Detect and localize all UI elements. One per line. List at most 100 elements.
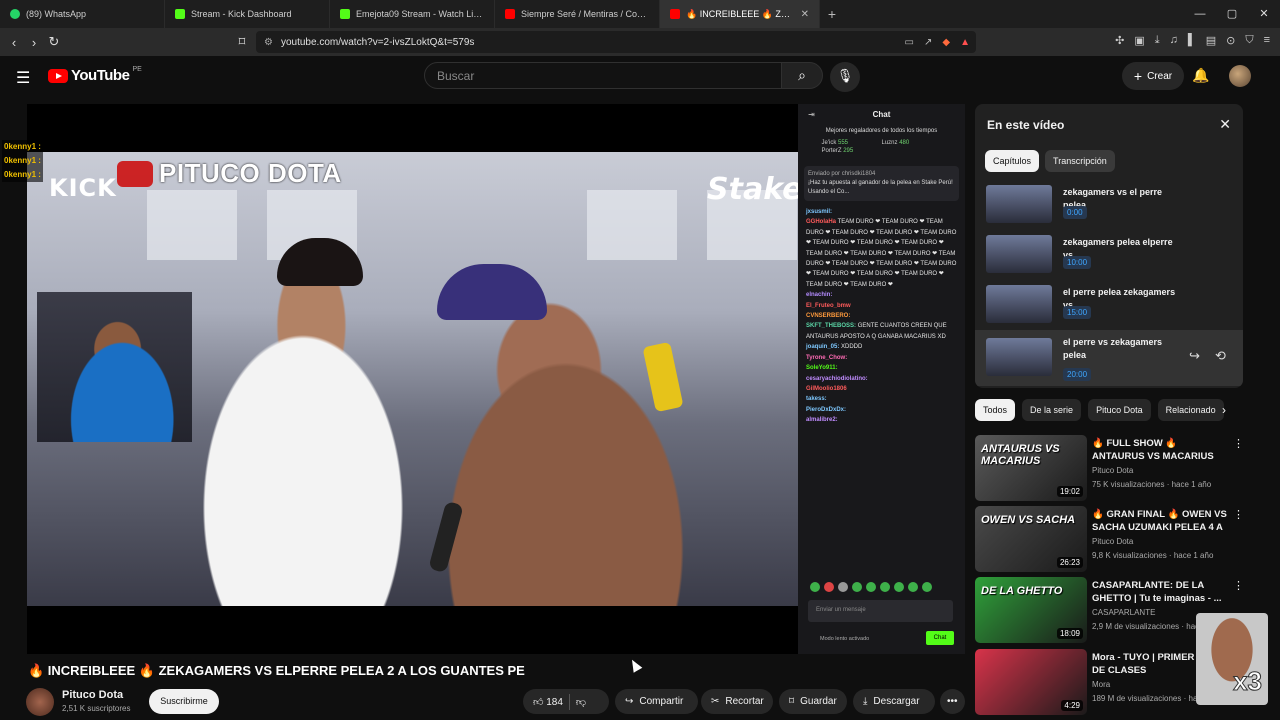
video-thumbnail[interactable]: DE LA GHETTO 18:09 — [975, 577, 1087, 643]
recommended-video[interactable]: ANTAURUS VS MACARIUS 19:02 🔥 FULL SHOW 🔥 A… — [975, 435, 1245, 501]
search-button[interactable]: ⌕ — [781, 62, 823, 89]
browser-tab[interactable]: Emejota09 Stream - Watch Live o — [330, 0, 495, 28]
browser-tab-active[interactable]: 🔥 INCREIBLEEE 🔥 ZEKAGAM ✕ — [660, 0, 820, 28]
brave-shield-icon[interactable]: ◆ — [942, 37, 950, 48]
back-icon[interactable]: ‹ — [4, 35, 24, 50]
reload-icon[interactable]: ↻ — [44, 34, 64, 50]
video-title[interactable]: CASAPARLANTE: DE LA GHETTO | Tu te imagi… — [1092, 579, 1228, 605]
more-vert-icon[interactable]: ⋮ — [1233, 508, 1244, 521]
more-vert-icon[interactable]: ⋮ — [1233, 437, 1244, 450]
tab-transcript[interactable]: Transcripción — [1045, 150, 1115, 172]
chat-send-button: Chat — [926, 631, 954, 645]
video-channel[interactable]: CASAPARLANTE — [1092, 608, 1155, 617]
browser-tab-bar: (89) WhatsApp Stream - Kick Dashboard Em… — [0, 0, 1280, 28]
wallet-icon[interactable]: ▤ — [1206, 34, 1216, 47]
chat-message: El_Fruteo_bmw — [806, 301, 957, 311]
youtube-icon — [505, 9, 515, 19]
extension-icons: ✣ ▣ ⤓ ♫ ▌ ▤ ⊙ ⛉ ≡ — [1115, 34, 1270, 47]
more-actions-button[interactable]: ••• — [940, 689, 965, 714]
close-icon[interactable]: ✕ — [1219, 116, 1231, 133]
subscribe-button[interactable]: Suscribirme — [149, 689, 219, 714]
music-icon[interactable]: ♫ — [1170, 34, 1178, 47]
vpn-icon[interactable]: ⊙ — [1226, 34, 1235, 47]
video-channel[interactable]: Pituco Dota — [1092, 466, 1133, 475]
pinned-message: Enviado por chrisdki1804 ¡Haz tu apuesta… — [804, 166, 959, 201]
video-thumbnail[interactable]: ANTAURUS VS MACARIUS 19:02 — [975, 435, 1087, 501]
repeat-icon[interactable]: ⟲ — [1215, 348, 1226, 364]
save-button[interactable]: ⌑ Guardar — [779, 689, 847, 714]
chevron-right-icon[interactable]: › — [1222, 403, 1226, 417]
chapter-item[interactable]: el perre pelea zekagamers vs 15:00 — [975, 282, 1243, 332]
security-icon[interactable]: ⛉ — [1245, 34, 1253, 47]
video-player[interactable]: KICK PITUCO DOTA Stake — [27, 104, 798, 654]
menu-icon[interactable]: ≡ — [1264, 34, 1270, 47]
sidebar-icon[interactable]: ▌ — [1188, 34, 1196, 47]
close-tab-icon[interactable]: ✕ — [801, 9, 809, 20]
download-icon[interactable]: ⤓ — [1155, 34, 1160, 47]
video-thumbnail[interactable]: 4:29 — [975, 649, 1087, 715]
like-button[interactable]: 👍︎ 184 — [533, 696, 563, 708]
tab-chapters[interactable]: Capítulos — [985, 150, 1040, 172]
channel-name[interactable]: Pituco Dota — [62, 689, 123, 701]
hamburger-menu-icon[interactable]: ☰ — [16, 68, 30, 88]
share-icon[interactable]: ↪ — [1189, 348, 1200, 364]
gifter: Je'ick 555 — [821, 140, 849, 146]
chapter-item[interactable]: zekagamers vs el perre pelea 0:00 — [975, 182, 1243, 232]
share-icon[interactable]: ↗ — [924, 37, 932, 48]
chapter-time[interactable]: 10:00 — [1063, 256, 1092, 269]
maximize-icon[interactable]: ▢ — [1216, 0, 1248, 28]
kenny-line: 0kenny1 : — [4, 170, 41, 179]
browser-tab[interactable]: (89) WhatsApp — [0, 0, 165, 28]
recommended-video[interactable]: OWEN VS SACHA 26:23 🔥 GRAN FINAL 🔥 OWEN VS… — [975, 506, 1245, 572]
chip-related[interactable]: Relacionado — [1157, 399, 1224, 421]
close-window-icon[interactable]: ✕ — [1248, 0, 1280, 28]
slow-mode-label: Modo lento activado — [820, 636, 870, 642]
browser-tab[interactable]: Siempre Seré / Mentiras / Como Te F — [495, 0, 660, 28]
video-title[interactable]: 🔥 GRAN FINAL 🔥 OWEN VS SACHA UZUMAKI PEL… — [1092, 508, 1228, 534]
search-input[interactable]: Buscar — [424, 62, 782, 89]
chapter-item[interactable]: zekagamers pelea elperre vs 10:00 — [975, 232, 1243, 282]
chapter-item-selected[interactable]: el perre vs zekagamers pelea 20:00 ↪ ⟲ — [975, 330, 1243, 386]
video-channel[interactable]: Pituco Dota — [1092, 537, 1133, 546]
notifications-bell-icon[interactable]: 🔔 — [1192, 67, 1209, 84]
forward-icon[interactable]: › — [24, 35, 44, 50]
overlay-channel-name: PITUCO DOTA — [159, 158, 342, 188]
emote-icon — [922, 582, 932, 592]
country-code: PE — [132, 66, 142, 73]
minimize-icon[interactable]: — — [1184, 0, 1216, 28]
bookmark-icon[interactable]: ⌑ — [232, 34, 252, 50]
puzzle-icon[interactable]: ✣ — [1115, 34, 1124, 47]
channel-avatar[interactable] — [26, 688, 54, 716]
youtube-logo[interactable]: YouTube PE — [48, 66, 142, 84]
like-count: 184 — [546, 696, 563, 708]
site-info-icon[interactable]: ⚙ — [264, 37, 273, 48]
rewards-icon[interactable]: ▲ — [960, 37, 970, 48]
chip-channel[interactable]: Pituco Dota — [1088, 399, 1151, 421]
screen-icon[interactable]: ▭ — [905, 37, 914, 48]
url-bar[interactable]: ⚙ youtube.com/watch?v=2-ivsZLoktQ&t=579s… — [256, 31, 976, 53]
more-vert-icon[interactable]: ⋮ — [1233, 579, 1244, 592]
new-tab-button[interactable]: + — [820, 6, 844, 22]
chip-all[interactable]: Todos — [975, 399, 1016, 421]
emote-icon — [852, 582, 862, 592]
clip-button[interactable]: ✂ Recortar — [701, 689, 773, 714]
avatar[interactable] — [1229, 65, 1251, 87]
browser-tab[interactable]: Stream - Kick Dashboard — [165, 0, 330, 28]
create-button[interactable]: + Crear — [1122, 62, 1184, 90]
chapter-time[interactable]: 20:00 — [1063, 368, 1092, 381]
voice-search-button[interactable]: 🎙 — [830, 62, 860, 92]
chat-text: TEAM DURO ❤ TEAM DURO ❤ TEAM DURO ❤ TEAM… — [806, 219, 957, 288]
download-button[interactable]: ⤓ Descargar — [853, 689, 935, 714]
chat-username: almalibre2: — [806, 417, 838, 424]
chip-series[interactable]: De la serie — [1022, 399, 1082, 421]
dislike-icon[interactable]: 👎︎ — [576, 696, 586, 708]
chapter-time[interactable]: 0:00 — [1063, 206, 1087, 219]
video-channel[interactable]: Mora — [1092, 680, 1110, 689]
video-title[interactable]: 🔥 FULL SHOW 🔥 ANTAURUS VS MACARIUS PELEA… — [1092, 437, 1228, 463]
chapter-time[interactable]: 15:00 — [1063, 306, 1092, 319]
video-meta: 189 M de visualizaciones · hace 5 — [1092, 694, 1213, 703]
chat-message: GilMoolio1806 — [806, 384, 957, 394]
video-thumbnail[interactable]: OWEN VS SACHA 26:23 — [975, 506, 1087, 572]
share-button[interactable]: ↪ Compartir — [615, 689, 698, 714]
capture-icon[interactable]: ▣ — [1134, 34, 1144, 47]
